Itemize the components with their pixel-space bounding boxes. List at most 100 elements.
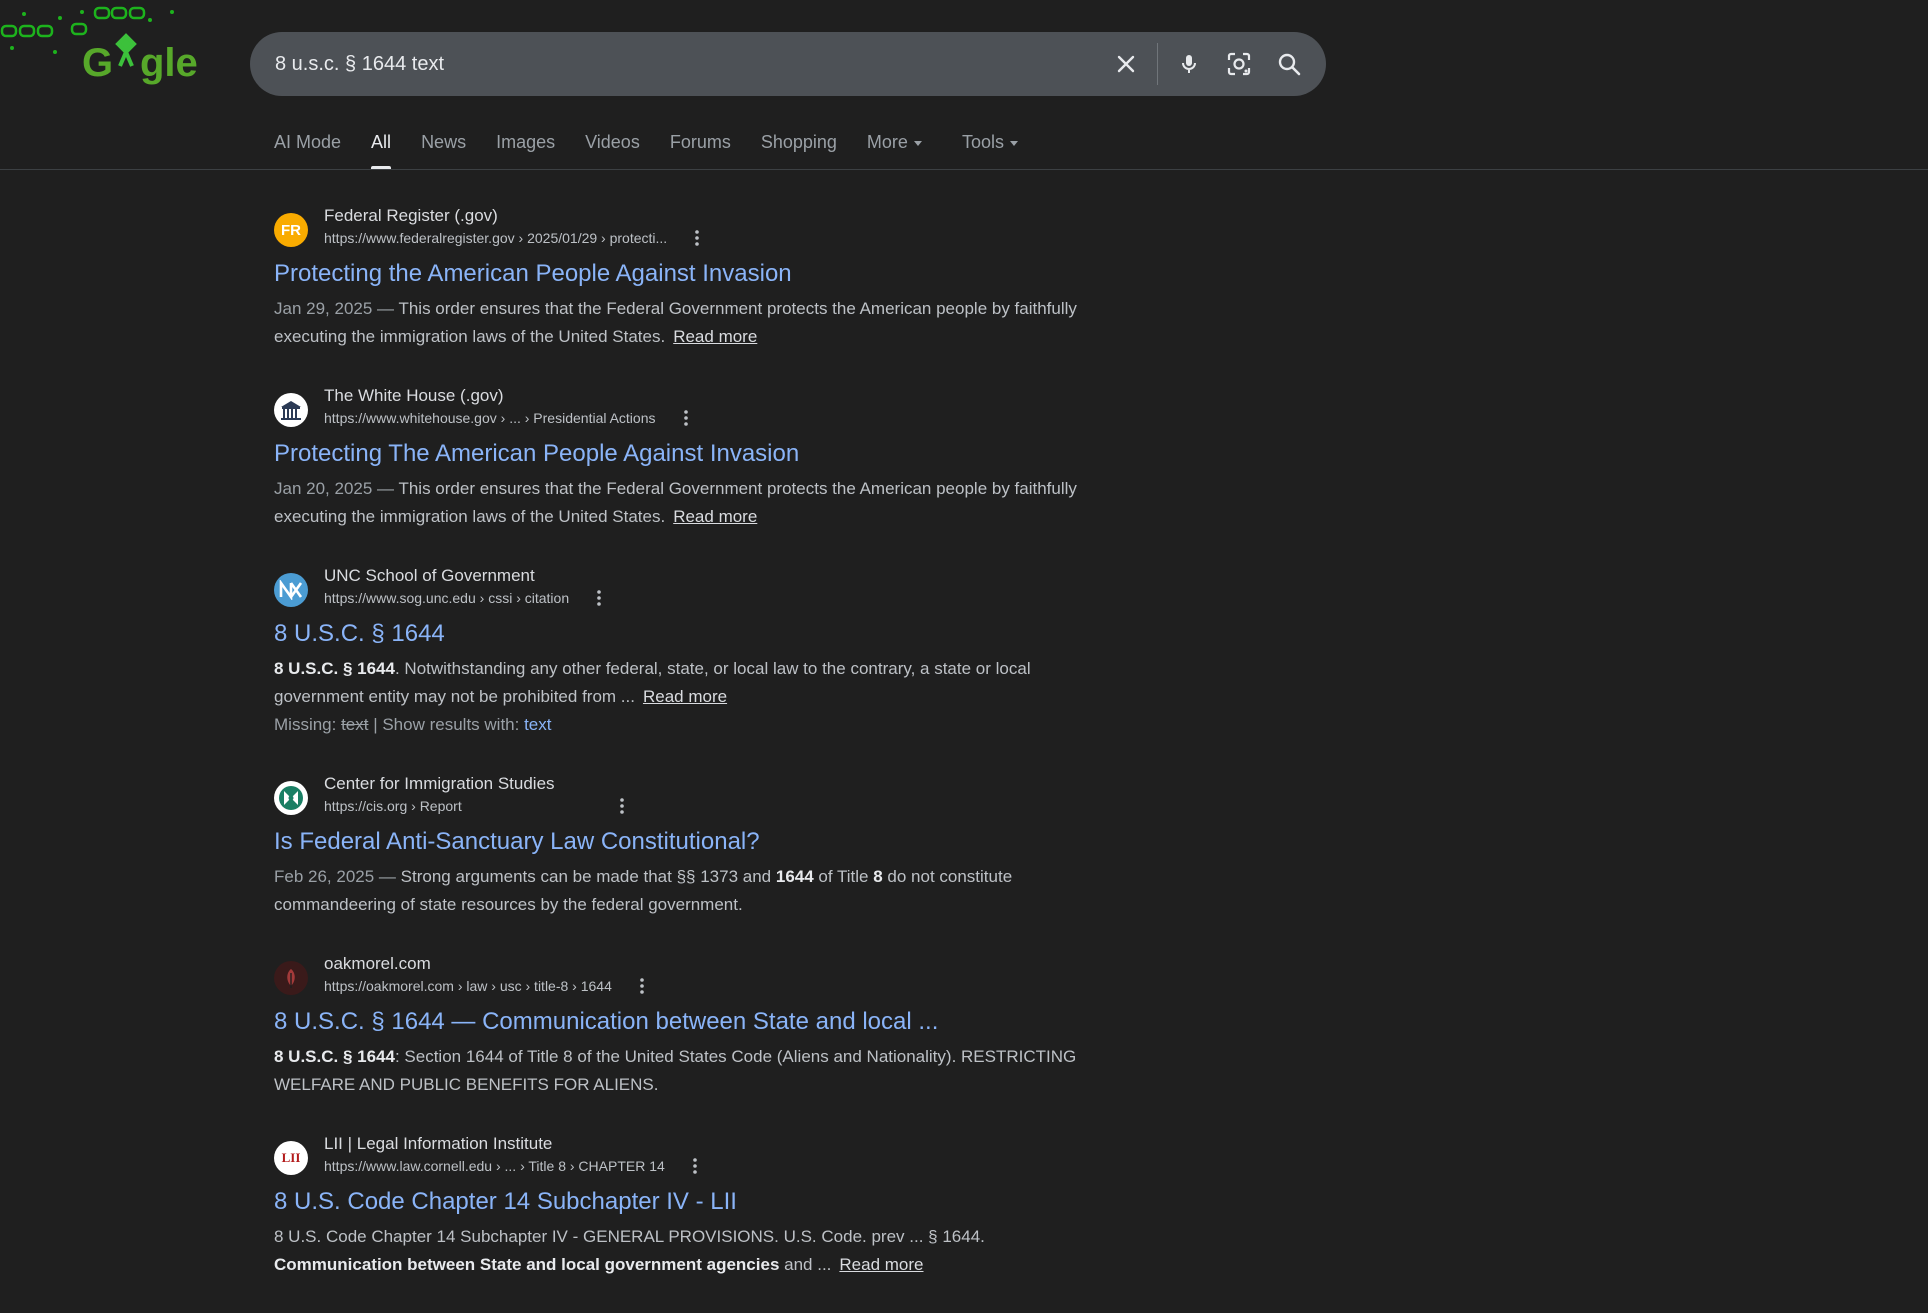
kebab-menu-icon [619, 798, 624, 814]
tab-more[interactable]: More [867, 124, 922, 170]
snippet-text: : Section 1644 of Title 8 of the United … [274, 1047, 1077, 1094]
result-title-link[interactable]: Protecting the American People Against I… [274, 259, 1114, 289]
more-options-button[interactable] [685, 227, 709, 249]
result-url: https://www.federalregister.gov › 2025/0… [324, 230, 668, 246]
lii-icon: LII [274, 1141, 308, 1175]
read-more-link[interactable]: Read more [673, 507, 757, 526]
search-divider [1157, 43, 1158, 85]
tab-all[interactable]: All [371, 124, 392, 170]
result-title-link[interactable]: 8 U.S. Code Chapter 14 Subchapter IV - L… [274, 1187, 1114, 1217]
federal-register-icon: FR [274, 213, 308, 247]
result-url: https://oakmorel.com › law › usc › title… [324, 978, 612, 994]
tab-tools-label: Tools [961, 132, 1004, 152]
result-item: LII LII | Legal Information Institute ht… [274, 1133, 1114, 1279]
unc-icon [274, 573, 308, 607]
result-item: The White House (.gov) https://www.white… [274, 385, 1114, 531]
result-title-link[interactable]: Is Federal Anti-Sanctuary Law Constituti… [274, 827, 1114, 857]
result-site-name: UNC School of Government [324, 566, 535, 585]
result-date: Feb 26, 2025 — [274, 867, 401, 886]
caret-down-icon [1009, 140, 1018, 146]
cis-logo-icon [279, 786, 303, 810]
read-more-link[interactable]: Read more [839, 1255, 923, 1274]
favicon-text: LII [281, 1150, 301, 1165]
result-item: Center for Immigration Studies https://c… [274, 773, 1114, 919]
svg-text:G: G [82, 41, 113, 85]
white-house-building-icon [281, 401, 301, 420]
search-bar[interactable]: 8 u.s.c. § 1644 text [250, 32, 1326, 96]
tab-more-label: More [866, 132, 908, 152]
result-snippet: 8 U.S.C. § 1644. Notwithstanding any oth… [274, 655, 1114, 711]
kebab-menu-icon [683, 410, 688, 426]
missing-term: text [341, 715, 369, 734]
snippet-text: and ... [779, 1255, 832, 1274]
result-item: oakmorel.com https://oakmorel.com › law … [274, 953, 1114, 1099]
result-site-name: oakmorel.com [324, 954, 431, 973]
tab-videos[interactable]: Videos [585, 124, 640, 170]
mic-icon [1182, 55, 1196, 73]
result-source[interactable]: UNC School of Government https://www.sog… [274, 565, 1114, 607]
tab-ai-mode[interactable]: AI Mode [274, 124, 341, 170]
white-house-icon [274, 393, 308, 427]
result-source[interactable]: LII LII | Legal Information Institute ht… [274, 1133, 1114, 1175]
missing-label: Missing: [274, 715, 342, 734]
result-url: https://www.whitehouse.gov › ... › Presi… [324, 410, 656, 426]
voice-search-button[interactable] [1164, 32, 1214, 96]
show-results-label: | Show results with: [368, 715, 525, 734]
more-options-button[interactable] [587, 587, 611, 609]
result-url: https://www.law.cornell.edu › ... › Titl… [324, 1158, 665, 1174]
oakmorel-icon [274, 961, 308, 995]
tab-images[interactable]: Images [496, 124, 555, 170]
tab-tools[interactable]: Tools [962, 124, 1018, 170]
more-options-button[interactable] [683, 1155, 707, 1177]
more-options-button[interactable] [674, 407, 698, 429]
more-options-button[interactable] [630, 975, 654, 997]
result-source[interactable]: Center for Immigration Studies https://c… [274, 773, 1114, 815]
result-title-link[interactable]: 8 U.S.C. § 1644 — Communication between … [274, 1007, 1114, 1037]
result-title-link[interactable]: Protecting The American People Against I… [274, 439, 1114, 469]
lens-search-button[interactable] [1214, 32, 1264, 96]
read-more-link[interactable]: Read more [673, 327, 757, 346]
header-divider [0, 169, 1928, 170]
doodle-logo-icon: G gle [0, 6, 198, 85]
result-site-name: The White House (.gov) [324, 386, 504, 405]
snippet-text: Strong arguments can be made that §§ 137… [400, 867, 776, 886]
kebab-menu-icon [597, 590, 601, 606]
unc-logo-icon [279, 580, 303, 600]
result-title-link[interactable]: 8 U.S.C. § 1644 [274, 619, 1114, 649]
snippet-bold: Communication between State and local go… [274, 1255, 780, 1274]
svg-text:gle: gle [140, 41, 198, 85]
result-site-name: Center for Immigration Studies [324, 774, 555, 793]
search-button[interactable] [1264, 32, 1314, 96]
result-snippet: 8 U.S. Code Chapter 14 Subchapter IV - G… [274, 1223, 1114, 1279]
result-source[interactable]: FR Federal Register (.gov) https://www.f… [274, 205, 1114, 247]
tab-forums[interactable]: Forums [670, 124, 731, 170]
snippet-bold: 8 [873, 867, 883, 886]
result-source[interactable]: oakmorel.com https://oakmorel.com › law … [274, 953, 1114, 995]
show-results-with-link[interactable]: text [524, 715, 551, 734]
kebab-menu-icon [695, 230, 699, 246]
search-tabs: AI Mode All News Images Videos Forums Sh… [274, 124, 1048, 170]
snippet-text: of Title [813, 867, 874, 886]
result-date: Jan 20, 2025 — [274, 479, 399, 498]
cis-icon [274, 781, 308, 815]
kebab-menu-icon [692, 1158, 697, 1174]
read-more-link[interactable]: Read more [643, 687, 727, 706]
result-source[interactable]: The White House (.gov) https://www.white… [274, 385, 1114, 427]
clear-search-button[interactable] [1101, 32, 1151, 96]
result-site-name: Federal Register (.gov) [324, 206, 498, 225]
tab-news[interactable]: News [421, 124, 466, 170]
result-site-name: LII | Legal Information Institute [324, 1134, 553, 1153]
result-url: https://cis.org › Report [324, 798, 462, 814]
result-snippet: Jan 20, 2025 — This order ensures that t… [274, 475, 1114, 531]
result-snippet: Jan 29, 2025 — This order ensures that t… [274, 295, 1114, 351]
tab-shopping[interactable]: Shopping [761, 124, 837, 170]
snippet-bold: 8 U.S.C. § 1644 [274, 659, 395, 678]
result-snippet: 8 U.S.C. § 1644: Section 1644 of Title 8… [274, 1043, 1114, 1099]
result-item: FR Federal Register (.gov) https://www.f… [274, 205, 1114, 351]
snippet-bold: 1644 [775, 867, 814, 886]
missing-terms: Missing: text | Show results with: text [274, 711, 1114, 739]
search-input[interactable]: 8 u.s.c. § 1644 text [275, 53, 1101, 76]
close-icon [1117, 55, 1135, 73]
google-doodle-logo[interactable]: G gle [0, 0, 200, 90]
more-options-button[interactable] [610, 795, 634, 817]
